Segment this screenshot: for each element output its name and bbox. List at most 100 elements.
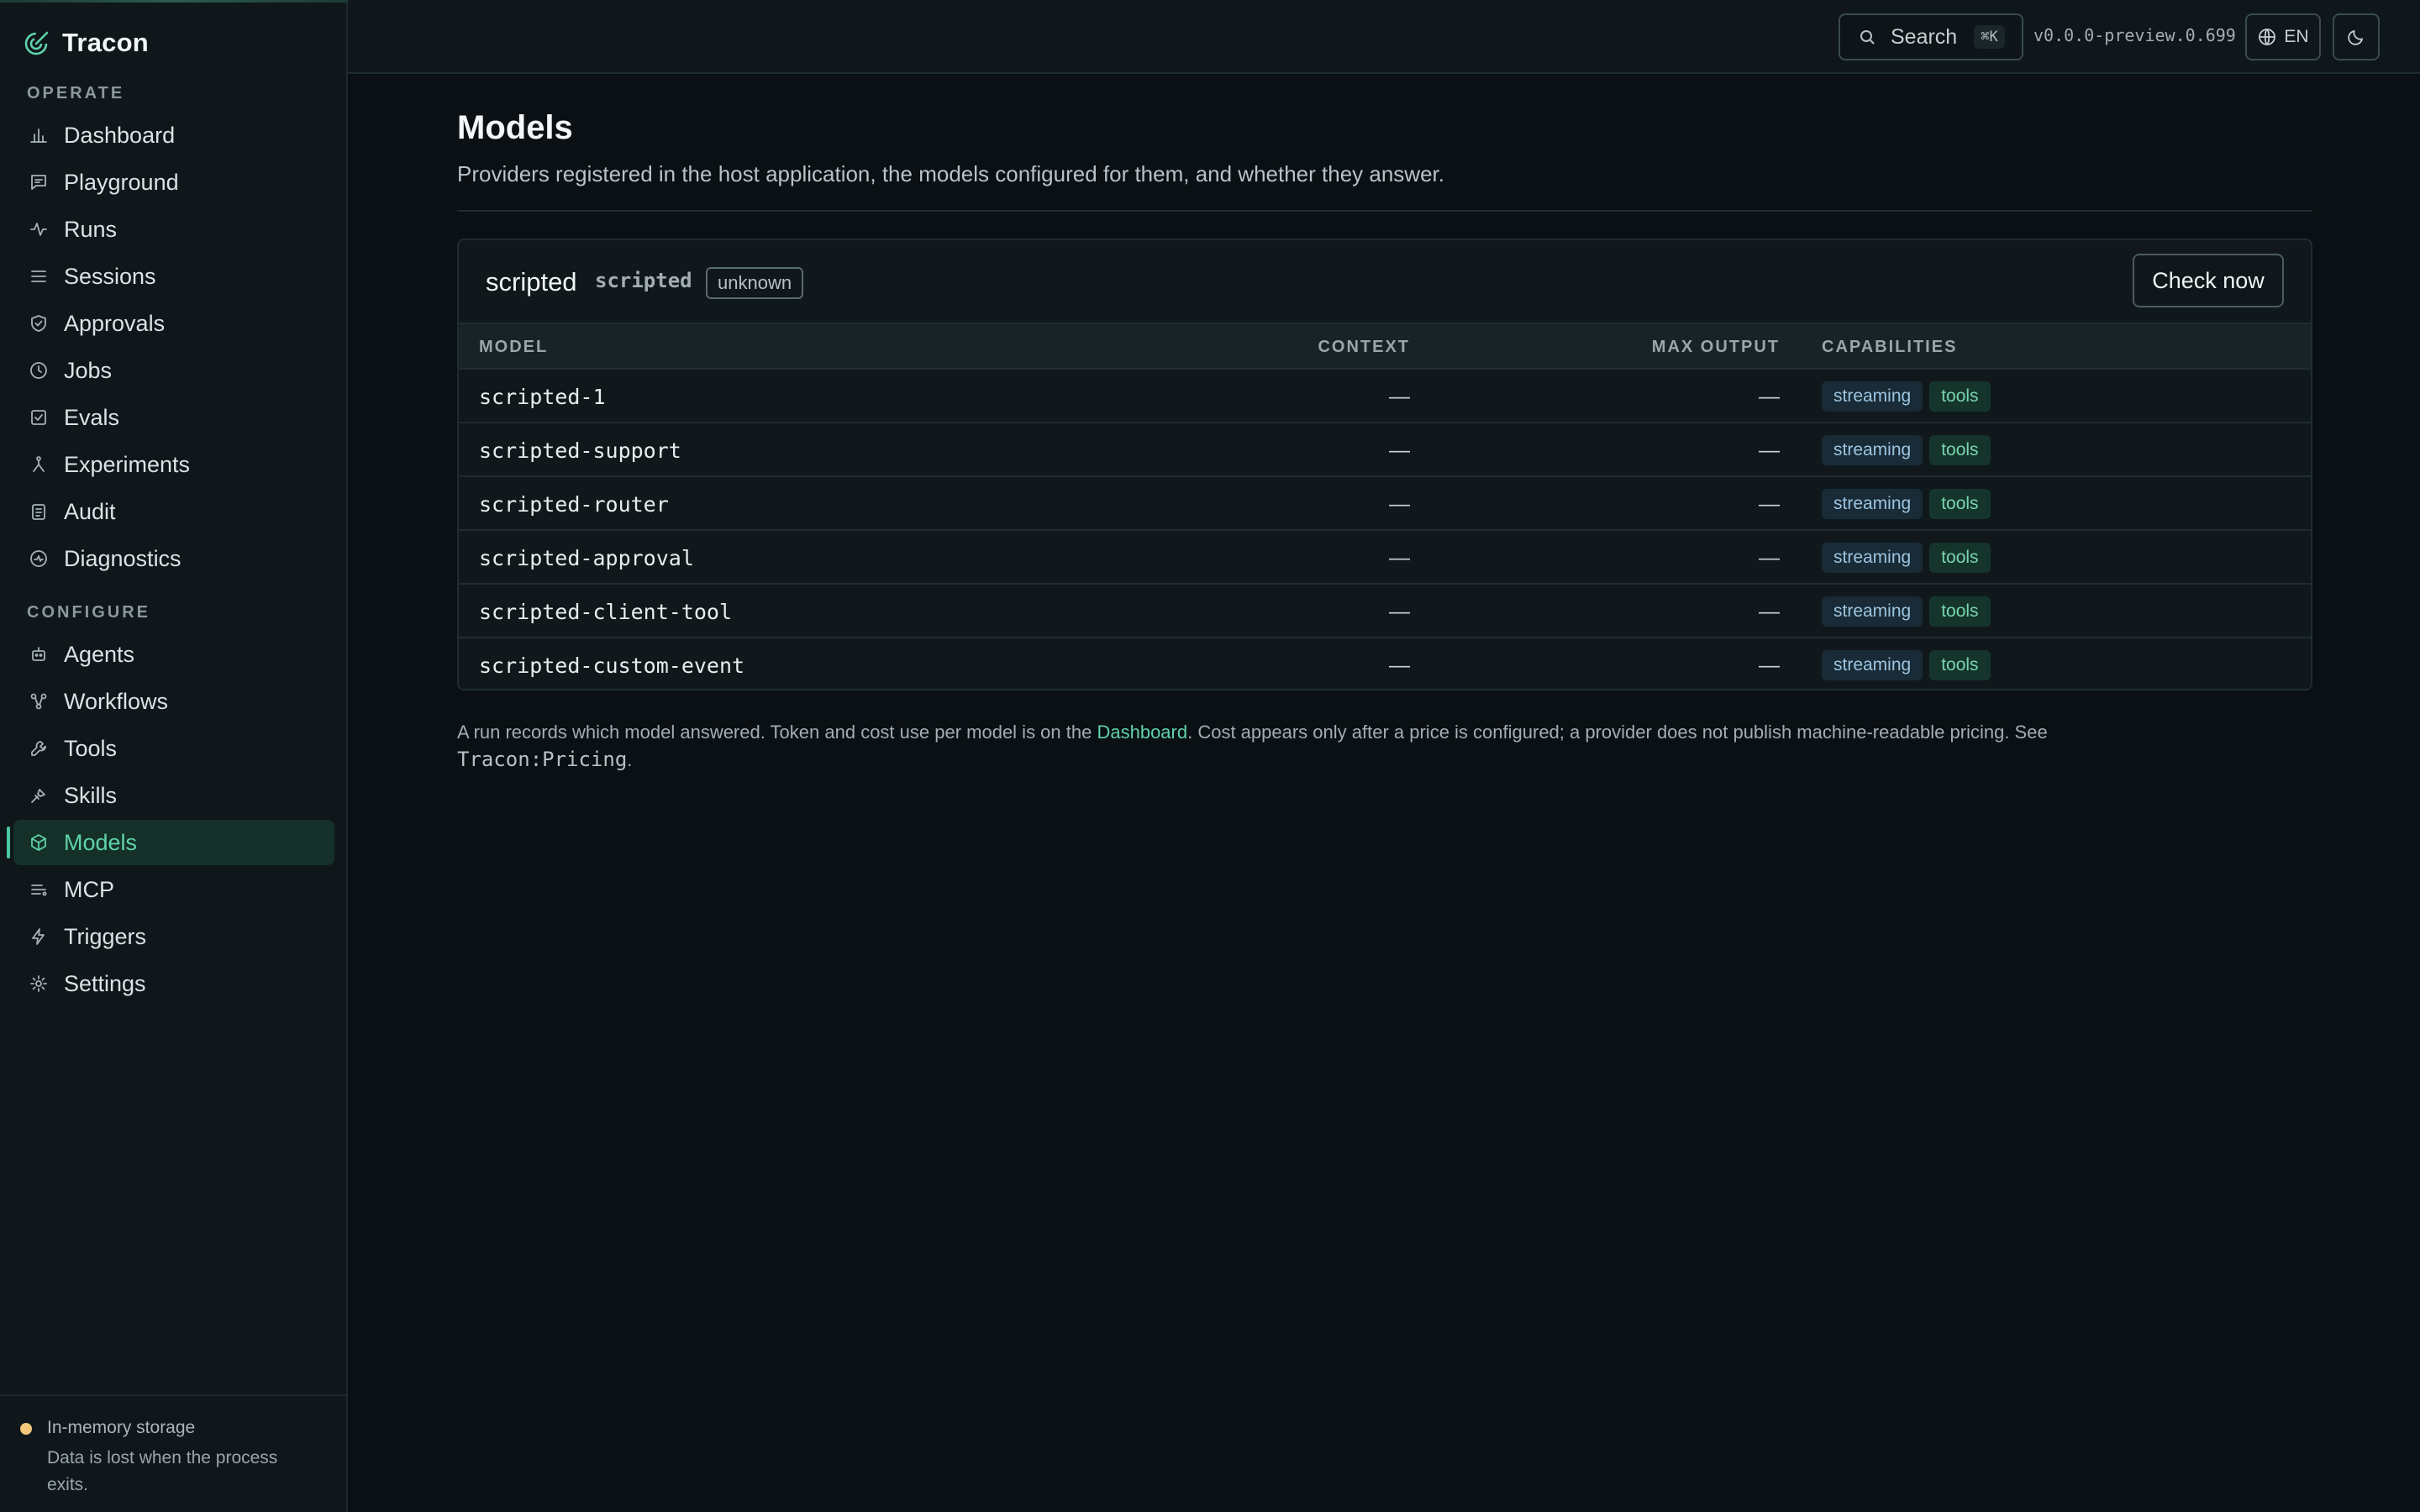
sidebar-item-sessions[interactable]: Sessions [13,254,334,299]
language-label: EN [2284,27,2309,46]
sidebar-item-skills[interactable]: Skills [13,773,334,818]
sidebar: Tracon OPERATE Dashboard Playground Runs… [0,0,348,1512]
moon-icon [2348,29,2364,45]
model-max-output: — [1759,654,1780,677]
model-max-output: — [1759,600,1780,623]
sidebar-item-settings[interactable]: Settings [13,961,334,1006]
storage-notice-text: Data is lost when the process exits. [47,1448,278,1494]
sidebar-item-tools[interactable]: Tools [13,726,334,771]
check-now-button[interactable]: Check now [2133,254,2284,307]
activity-icon [29,219,49,239]
sidebar-item-models[interactable]: Models [13,820,334,865]
model-context: — [1389,654,1410,677]
model-context: — [1389,492,1410,516]
sidebar-item-diagnostics[interactable]: Diagnostics [13,536,334,581]
sun-gear-icon [29,974,49,994]
sidebar-item-label: Models [64,829,138,855]
capability-badge-streaming: streaming [1822,596,1923,627]
sidebar-item-evals[interactable]: Evals [13,395,334,440]
capability-badge-tools: tools [1929,543,1991,573]
sidebar-item-mcp[interactable]: MCP [13,867,334,912]
wrench-icon [29,738,49,759]
search-icon [1860,30,1875,45]
shield-check-icon [29,313,49,333]
sidebar-item-audit[interactable]: Audit [13,489,334,534]
sidebar-item-label: Sessions [64,263,156,289]
model-context: — [1389,600,1410,623]
sidebar-item-jobs[interactable]: Jobs [13,348,334,393]
capability-badge-tools: tools [1929,650,1991,680]
sidebar-item-label: Dashboard [64,122,176,148]
sidebar-item-label: Tools [64,735,118,761]
column-header-capabilities: CAPABILITIES [1822,338,1958,356]
note-text: . [627,749,633,770]
sidebar-item-label: Agents [64,641,135,667]
capability-badge-streaming: streaming [1822,489,1923,519]
table-row[interactable]: scripted-custom-event — — streaming tool… [459,638,2311,689]
sidebar-item-dashboard[interactable]: Dashboard [13,113,334,158]
table-header: MODEL CONTEXT MAX OUTPUT CAPABILITIES [459,323,2311,370]
theme-toggle-button[interactable] [2333,13,2380,60]
section-label-operate: OPERATE [27,84,125,102]
sidebar-item-workflows[interactable]: Workflows [13,679,334,724]
note-text: . Cost appears only after a price is con… [1187,722,2048,743]
model-max-output: — [1759,492,1780,516]
active-indicator [7,827,10,858]
cube-icon [29,832,49,853]
sidebar-item-label: Diagnostics [64,545,182,571]
capabilities: streaming tools [1822,435,1991,465]
language-button[interactable]: EN [2245,13,2321,60]
table-row[interactable]: scripted-1 — — streaming tools [459,370,2311,423]
sidebar-item-experiments[interactable]: Experiments [13,442,334,487]
model-name: scripted-support [479,438,681,463]
provider-card: scripted scripted unknown Check now MODE… [457,239,2312,690]
model-name: scripted-custom-event [479,654,745,678]
model-context: — [1389,385,1410,408]
sidebar-item-label: Approvals [64,310,166,336]
dashboard-link[interactable]: Dashboard [1097,722,1187,743]
sidebar-item-label: Triggers [64,923,147,949]
table-row[interactable]: scripted-approval — — streaming tools [459,531,2311,585]
capability-badge-tools: tools [1929,381,1991,412]
sidebar-item-label: MCP [64,876,114,902]
sidebar-item-playground[interactable]: Playground [13,160,334,205]
capability-badge-streaming: streaming [1822,381,1923,412]
bot-icon [29,644,49,664]
provider-id: scripted [595,269,692,292]
search-shortcut: ⌘K [1974,25,2005,49]
table-row[interactable]: scripted-router — — streaming tools [459,477,2311,531]
capability-badge-tools: tools [1929,596,1991,627]
model-name: scripted-approval [479,546,694,570]
table-row[interactable]: scripted-support — — streaming tools [459,423,2311,477]
divider [457,210,2312,212]
sidebar-item-triggers[interactable]: Triggers [13,914,334,959]
note-text: A run records which model answered. Toke… [457,722,1097,743]
mcp-icon [29,879,49,900]
checkbox-icon [29,407,49,428]
search-button[interactable]: Search ⌘K [1839,13,2023,60]
column-header-context: CONTEXT [1318,338,1410,356]
table-row[interactable]: scripted-client-tool — — streaming tools [459,585,2311,638]
model-max-output: — [1759,385,1780,408]
branch-icon [29,454,49,475]
app-root: Tracon OPERATE Dashboard Playground Runs… [0,0,2420,1512]
page-title: Models [457,109,573,146]
model-context: — [1389,438,1410,462]
sidebar-item-approvals[interactable]: Approvals [13,301,334,346]
sidebar-item-agents[interactable]: Agents [13,632,334,677]
bar-chart-icon [29,125,49,145]
sidebar-item-label: Settings [64,970,146,996]
sidebar-item-runs[interactable]: Runs [13,207,334,252]
clipboard-icon [29,501,49,522]
app-name: Tracon [62,28,149,57]
pricing-config-key: Tracon:Pricing [457,748,628,771]
message-icon [29,172,49,192]
page-subtitle: Providers registered in the host applica… [457,161,1444,186]
sidebar-item-label: Runs [64,216,118,242]
status-badge: unknown [706,267,804,299]
capability-badge-tools: tools [1929,435,1991,465]
sidebar-item-label: Jobs [64,357,113,383]
sidebar-item-label: Evals [64,404,120,430]
brand[interactable]: Tracon [24,25,149,60]
storage-notice-title: In-memory storage [47,1418,196,1437]
